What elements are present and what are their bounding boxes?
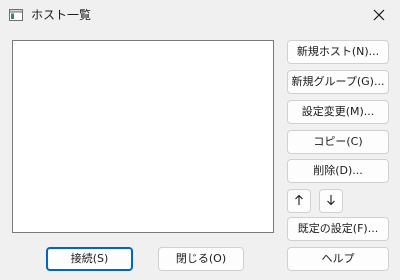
move-up-button[interactable] — [287, 189, 311, 213]
host-list-box[interactable] — [12, 40, 274, 233]
close-window-button[interactable] — [358, 0, 400, 30]
close-icon — [373, 9, 385, 21]
window-title: ホスト一覧 — [31, 8, 92, 22]
new-group-button[interactable]: 新規グループ(G)... — [287, 70, 389, 94]
move-down-button[interactable] — [319, 189, 343, 213]
host-list-dialog: ホスト一覧 新規ホスト(N)... 新規グループ(G)... 設定変更(M)..… — [0, 0, 400, 280]
new-host-button[interactable]: 新規ホスト(N)... — [287, 40, 389, 64]
title-bar[interactable]: ホスト一覧 — [0, 0, 400, 30]
close-button[interactable]: 閉じる(O) — [158, 247, 244, 271]
arrow-down-icon — [326, 194, 336, 209]
default-settings-button[interactable]: 既定の設定(F)... — [287, 217, 389, 241]
window-app-icon — [9, 8, 23, 22]
delete-button[interactable]: 削除(D)... — [287, 159, 389, 183]
help-button[interactable]: ヘルプ — [287, 247, 389, 271]
edit-settings-button[interactable]: 設定変更(M)... — [287, 100, 389, 124]
connect-button[interactable]: 接続(S) — [46, 247, 133, 271]
copy-button[interactable]: コピー(C) — [287, 130, 389, 154]
arrow-up-icon — [294, 194, 304, 209]
